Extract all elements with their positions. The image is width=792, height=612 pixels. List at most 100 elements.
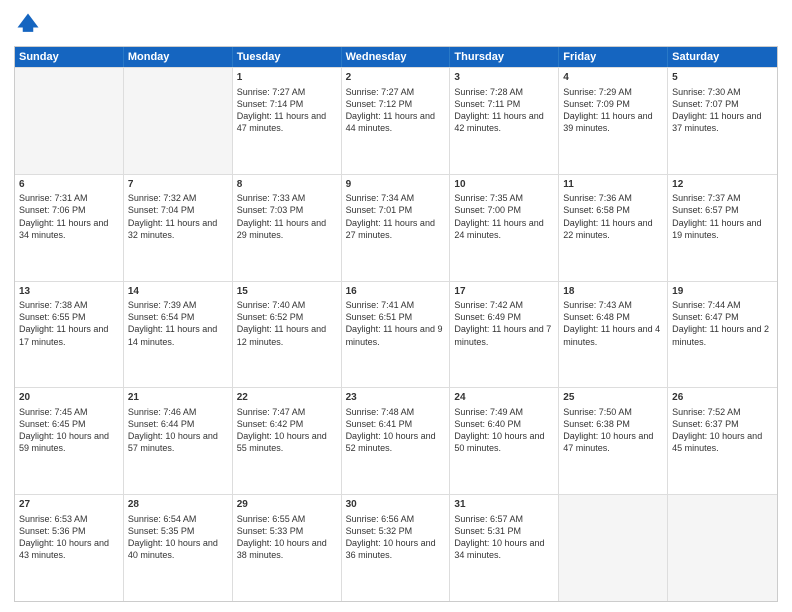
- sunrise-text: Sunrise: 7:31 AM: [19, 192, 119, 204]
- day-number: 21: [128, 391, 228, 405]
- page: SundayMondayTuesdayWednesdayThursdayFrid…: [0, 0, 792, 612]
- sunrise-text: Sunrise: 7:44 AM: [672, 299, 773, 311]
- daylight-text: Daylight: 11 hours and 4 minutes.: [563, 323, 663, 347]
- header-day-sunday: Sunday: [15, 47, 124, 67]
- sunrise-text: Sunrise: 7:32 AM: [128, 192, 228, 204]
- day-number: 24: [454, 391, 554, 405]
- sunset-text: Sunset: 6:40 PM: [454, 418, 554, 430]
- sunrise-text: Sunrise: 7:50 AM: [563, 406, 663, 418]
- day-number: 28: [128, 498, 228, 512]
- day-number: 7: [128, 178, 228, 192]
- sunrise-text: Sunrise: 7:49 AM: [454, 406, 554, 418]
- daylight-text: Daylight: 11 hours and 29 minutes.: [237, 217, 337, 241]
- daylight-text: Daylight: 11 hours and 17 minutes.: [19, 323, 119, 347]
- cal-cell: [15, 68, 124, 174]
- sunrise-text: Sunrise: 7:42 AM: [454, 299, 554, 311]
- sunrise-text: Sunrise: 7:37 AM: [672, 192, 773, 204]
- sunrise-text: Sunrise: 7:27 AM: [237, 86, 337, 98]
- daylight-text: Daylight: 11 hours and 39 minutes.: [563, 110, 663, 134]
- sunset-text: Sunset: 6:49 PM: [454, 311, 554, 323]
- day-number: 2: [346, 71, 446, 85]
- day-number: 11: [563, 178, 663, 192]
- day-number: 26: [672, 391, 773, 405]
- sunset-text: Sunset: 6:45 PM: [19, 418, 119, 430]
- sunset-text: Sunset: 7:12 PM: [346, 98, 446, 110]
- day-number: 19: [672, 285, 773, 299]
- sunset-text: Sunset: 6:47 PM: [672, 311, 773, 323]
- logo: [14, 10, 46, 38]
- daylight-text: Daylight: 11 hours and 22 minutes.: [563, 217, 663, 241]
- sunrise-text: Sunrise: 6:55 AM: [237, 513, 337, 525]
- daylight-text: Daylight: 10 hours and 45 minutes.: [672, 430, 773, 454]
- cal-cell: 16Sunrise: 7:41 AMSunset: 6:51 PMDayligh…: [342, 282, 451, 388]
- daylight-text: Daylight: 11 hours and 42 minutes.: [454, 110, 554, 134]
- day-number: 17: [454, 285, 554, 299]
- cal-cell: 19Sunrise: 7:44 AMSunset: 6:47 PMDayligh…: [668, 282, 777, 388]
- daylight-text: Daylight: 11 hours and 24 minutes.: [454, 217, 554, 241]
- sunrise-text: Sunrise: 6:53 AM: [19, 513, 119, 525]
- sunset-text: Sunset: 6:51 PM: [346, 311, 446, 323]
- calendar: SundayMondayTuesdayWednesdayThursdayFrid…: [14, 46, 778, 602]
- day-number: 6: [19, 178, 119, 192]
- daylight-text: Daylight: 11 hours and 2 minutes.: [672, 323, 773, 347]
- sunset-text: Sunset: 7:03 PM: [237, 204, 337, 216]
- day-number: 5: [672, 71, 773, 85]
- day-number: 1: [237, 71, 337, 85]
- sunrise-text: Sunrise: 7:43 AM: [563, 299, 663, 311]
- header-day-thursday: Thursday: [450, 47, 559, 67]
- sunset-text: Sunset: 6:58 PM: [563, 204, 663, 216]
- header-day-friday: Friday: [559, 47, 668, 67]
- cal-cell: 31Sunrise: 6:57 AMSunset: 5:31 PMDayligh…: [450, 495, 559, 601]
- cal-cell: 29Sunrise: 6:55 AMSunset: 5:33 PMDayligh…: [233, 495, 342, 601]
- logo-icon: [14, 10, 42, 38]
- sunset-text: Sunset: 6:44 PM: [128, 418, 228, 430]
- cal-cell: 23Sunrise: 7:48 AMSunset: 6:41 PMDayligh…: [342, 388, 451, 494]
- daylight-text: Daylight: 10 hours and 55 minutes.: [237, 430, 337, 454]
- cal-cell: 22Sunrise: 7:47 AMSunset: 6:42 PMDayligh…: [233, 388, 342, 494]
- sunrise-text: Sunrise: 6:57 AM: [454, 513, 554, 525]
- cal-cell: [668, 495, 777, 601]
- sunset-text: Sunset: 6:57 PM: [672, 204, 773, 216]
- daylight-text: Daylight: 11 hours and 19 minutes.: [672, 217, 773, 241]
- header: [14, 10, 778, 38]
- sunset-text: Sunset: 7:06 PM: [19, 204, 119, 216]
- sunset-text: Sunset: 5:33 PM: [237, 525, 337, 537]
- cal-cell: 1Sunrise: 7:27 AMSunset: 7:14 PMDaylight…: [233, 68, 342, 174]
- day-number: 14: [128, 285, 228, 299]
- daylight-text: Daylight: 11 hours and 32 minutes.: [128, 217, 228, 241]
- cal-cell: 9Sunrise: 7:34 AMSunset: 7:01 PMDaylight…: [342, 175, 451, 281]
- daylight-text: Daylight: 11 hours and 27 minutes.: [346, 217, 446, 241]
- cal-cell: 3Sunrise: 7:28 AMSunset: 7:11 PMDaylight…: [450, 68, 559, 174]
- day-number: 20: [19, 391, 119, 405]
- cal-cell: 12Sunrise: 7:37 AMSunset: 6:57 PMDayligh…: [668, 175, 777, 281]
- sunset-text: Sunset: 5:32 PM: [346, 525, 446, 537]
- day-number: 8: [237, 178, 337, 192]
- day-number: 13: [19, 285, 119, 299]
- daylight-text: Daylight: 11 hours and 9 minutes.: [346, 323, 446, 347]
- sunrise-text: Sunrise: 7:46 AM: [128, 406, 228, 418]
- cal-cell: 18Sunrise: 7:43 AMSunset: 6:48 PMDayligh…: [559, 282, 668, 388]
- cal-cell: 10Sunrise: 7:35 AMSunset: 7:00 PMDayligh…: [450, 175, 559, 281]
- daylight-text: Daylight: 11 hours and 34 minutes.: [19, 217, 119, 241]
- day-number: 12: [672, 178, 773, 192]
- header-day-saturday: Saturday: [668, 47, 777, 67]
- sunset-text: Sunset: 6:48 PM: [563, 311, 663, 323]
- daylight-text: Daylight: 10 hours and 47 minutes.: [563, 430, 663, 454]
- cal-cell: 28Sunrise: 6:54 AMSunset: 5:35 PMDayligh…: [124, 495, 233, 601]
- sunset-text: Sunset: 6:54 PM: [128, 311, 228, 323]
- daylight-text: Daylight: 11 hours and 44 minutes.: [346, 110, 446, 134]
- day-number: 9: [346, 178, 446, 192]
- sunrise-text: Sunrise: 7:47 AM: [237, 406, 337, 418]
- week-row-4: 20Sunrise: 7:45 AMSunset: 6:45 PMDayligh…: [15, 387, 777, 494]
- daylight-text: Daylight: 10 hours and 34 minutes.: [454, 537, 554, 561]
- sunset-text: Sunset: 7:01 PM: [346, 204, 446, 216]
- sunrise-text: Sunrise: 7:28 AM: [454, 86, 554, 98]
- day-number: 27: [19, 498, 119, 512]
- daylight-text: Daylight: 10 hours and 50 minutes.: [454, 430, 554, 454]
- day-number: 4: [563, 71, 663, 85]
- sunset-text: Sunset: 6:52 PM: [237, 311, 337, 323]
- sunrise-text: Sunrise: 7:38 AM: [19, 299, 119, 311]
- sunset-text: Sunset: 7:07 PM: [672, 98, 773, 110]
- day-number: 3: [454, 71, 554, 85]
- cal-cell: 20Sunrise: 7:45 AMSunset: 6:45 PMDayligh…: [15, 388, 124, 494]
